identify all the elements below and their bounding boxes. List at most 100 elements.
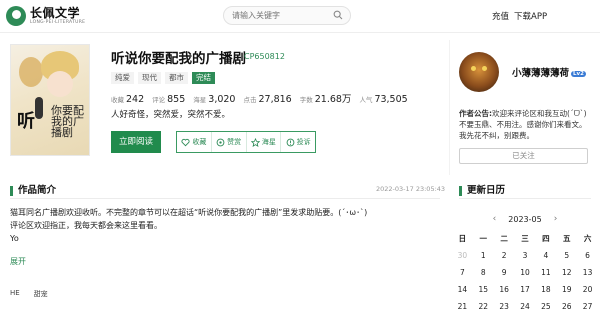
calendar-day[interactable]: 26: [556, 301, 577, 312]
recharge-link[interactable]: 充值: [492, 10, 509, 22]
book-id: CP650812: [244, 52, 285, 61]
coin-icon: [216, 138, 225, 146]
stat-value: 855: [167, 94, 186, 105]
calendar-day[interactable]: 5: [556, 250, 577, 261]
stat-label: 点击: [243, 96, 257, 104]
favorite-button[interactable]: 收藏: [177, 132, 212, 152]
stat-label: 海星: [193, 96, 207, 104]
top-bar: 长佩文学 LONG·PEI·LITERATURE 充值 下载APP: [0, 0, 600, 33]
tip-button[interactable]: 赞赏: [212, 132, 247, 152]
work-tag[interactable]: HE: [10, 289, 20, 299]
cover-title-small: 你要配我的广播剧: [51, 104, 84, 139]
calendar-day[interactable]: 20: [577, 284, 598, 295]
work-tags: HE 甜宠: [10, 289, 62, 299]
stat-value: 73,505: [374, 94, 408, 105]
download-app-link[interactable]: 下载APP: [514, 10, 547, 22]
weekday-label: 四: [542, 234, 550, 243]
stat-clicks: 点击 27,816: [243, 94, 291, 105]
author-card: 小薄薄薄薄荷 Lv2: [459, 52, 586, 92]
calendar-day[interactable]: 14: [452, 284, 473, 295]
action-bar: 收藏 赞赏 海星 投诉: [176, 131, 316, 153]
calendar-day[interactable]: 27: [577, 301, 598, 312]
read-now-button[interactable]: 立即阅读: [111, 131, 161, 153]
tag-era[interactable]: 现代: [138, 72, 161, 84]
calendar-day[interactable]: 17: [515, 284, 536, 295]
calendar-day[interactable]: 24: [515, 301, 536, 312]
intro-line: 评论区欢迎指正，我每天都会来这里看看。: [10, 221, 162, 230]
cover-title-big: 听: [17, 111, 35, 132]
stat-value: 3,020: [208, 94, 236, 105]
calendar-day[interactable]: 23: [494, 301, 515, 312]
calendar-day[interactable]: 12: [556, 267, 577, 278]
book-tags: 纯爱 现代 都市 完结: [111, 72, 219, 84]
weekday-label: 一: [479, 234, 488, 243]
search-icon[interactable]: [333, 10, 343, 20]
search-input[interactable]: [232, 7, 332, 24]
cover-art: [19, 57, 43, 87]
intro-text: 猫耳同名广播剧欢迎收听。不完整的章节可以在超话“听说你要配我的广播剧”里发求助贴…: [10, 206, 435, 245]
stat-value: 21.68万: [314, 94, 352, 105]
calendar-month: 2023-05: [508, 214, 542, 224]
calendar-day[interactable]: 4: [535, 250, 556, 261]
starfish-button[interactable]: 海星: [247, 132, 282, 152]
calendar-day[interactable]: 16: [494, 284, 515, 295]
calendar-day[interactable]: 7: [452, 267, 473, 278]
level-badge: Lv2: [571, 70, 586, 77]
calendar-day[interactable]: 25: [535, 301, 556, 312]
calendar-day[interactable]: 15: [473, 284, 494, 295]
calendar-day[interactable]: 10: [515, 267, 536, 278]
report-button[interactable]: 投诉: [281, 132, 315, 152]
weekday-label: 三: [521, 234, 529, 243]
calendar-day[interactable]: 19: [556, 284, 577, 295]
weekday-label: 六: [583, 234, 592, 243]
expand-link[interactable]: 展开: [10, 256, 26, 267]
weekday-label: 二: [500, 234, 508, 243]
weekday-label: 日: [458, 234, 467, 243]
work-tag[interactable]: 甜宠: [34, 289, 48, 299]
stat-label: 收藏: [111, 96, 124, 104]
next-month-button[interactable]: ›: [554, 214, 558, 224]
calendar-day[interactable]: 2: [494, 250, 515, 261]
tag-setting[interactable]: 都市: [165, 72, 188, 84]
calendar-day[interactable]: 3: [515, 250, 536, 261]
logo-subtitle: LONG·PEI·LITERATURE: [30, 19, 86, 25]
stat-starfish: 海星 3,020: [193, 94, 235, 105]
book-cover[interactable]: 听 你要配我的广播剧: [10, 44, 90, 156]
calendar-day[interactable]: 9: [494, 267, 515, 278]
calendar-day[interactable]: 21: [452, 301, 473, 312]
starfish-label: 海星: [261, 138, 276, 146]
intro-section-title: 作品简介: [10, 186, 56, 196]
calendar-day[interactable]: 11: [535, 267, 556, 278]
site-logo[interactable]: 长佩文学 LONG·PEI·LITERATURE: [6, 6, 85, 26]
calendar-day[interactable]: 18: [535, 284, 556, 295]
follow-button[interactable]: 已关注: [459, 148, 588, 164]
calendar-day[interactable]: 30: [452, 250, 473, 261]
author-name[interactable]: 小薄薄薄薄荷 Lv2: [512, 65, 586, 79]
report-label: 投诉: [296, 138, 311, 146]
intro-divider: [10, 198, 440, 199]
logo-title: 长佩文学: [30, 5, 81, 20]
tag-genre[interactable]: 纯爱: [111, 72, 134, 84]
search-box: [223, 6, 351, 25]
author-note: 作者公告:欢迎来评论区和我互动(ˊᗜˋ)不要玉鼎、不用注。感谢你们来看文。我先花…: [459, 108, 589, 141]
intro-date: 2022-03-17 23:05:43: [376, 185, 446, 193]
favorite-label: 收藏: [192, 138, 207, 146]
calendar-divider: [459, 198, 591, 199]
calendar-day[interactable]: 8: [473, 267, 494, 278]
weekday-label: 五: [562, 234, 571, 243]
calendar-day[interactable]: 22: [473, 301, 494, 312]
stat-label: 字数: [299, 96, 313, 104]
author-name-text: 小薄薄薄薄荷: [512, 68, 570, 79]
calendar-day[interactable]: 6: [577, 250, 598, 261]
warning-icon: [286, 138, 294, 146]
calendar-day[interactable]: 13: [577, 267, 598, 278]
author-avatar[interactable]: [459, 52, 499, 92]
prev-month-button[interactable]: ‹: [493, 214, 497, 224]
intro-line: 猫耳同名广播剧欢迎收听。不完整的章节可以在超话“听说你要配我的广播剧”里发求助贴…: [10, 208, 368, 217]
logo-mark-icon: [6, 6, 26, 26]
stat-value: 242: [126, 94, 145, 105]
calendar-day[interactable]: 1: [473, 250, 494, 261]
book-stats: 收藏 242 评论 855 海星 3,020 点击 27,816 字数 21.68万 人气…: [111, 91, 416, 105]
tag-status: 完结: [192, 72, 215, 84]
stat-word-count: 字数 21.68万: [300, 91, 352, 105]
